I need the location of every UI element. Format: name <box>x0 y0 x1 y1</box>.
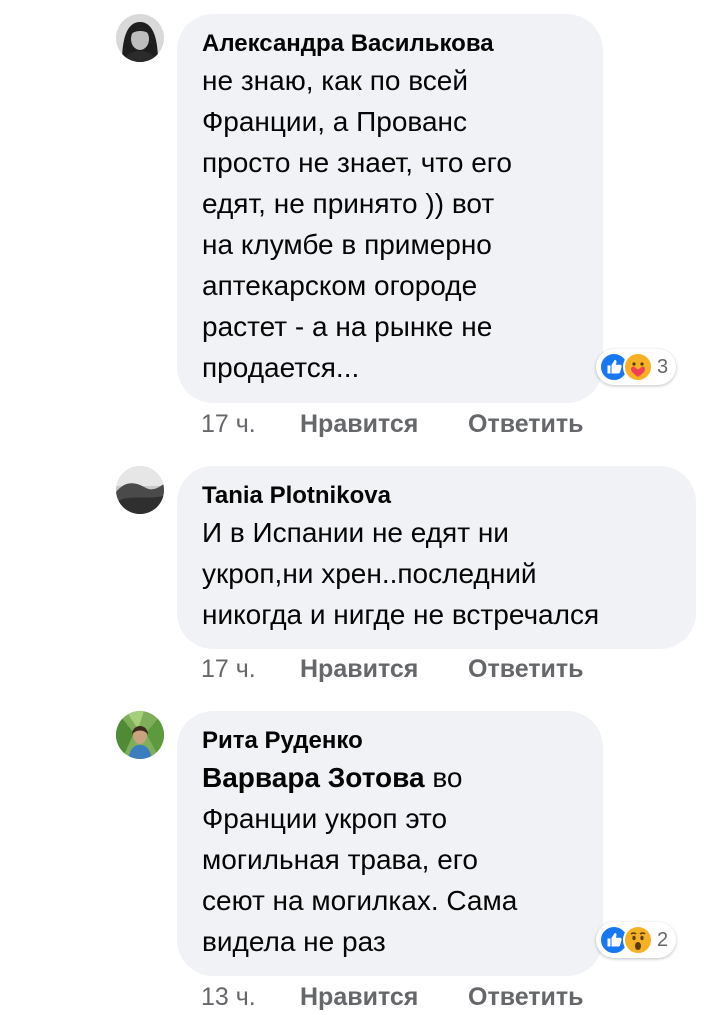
reaction-summary[interactable]: 3 <box>596 349 677 385</box>
comment-text: не знаю, как по всей Франции, а Прованс … <box>202 65 512 383</box>
comment-author[interactable]: Александра Василькова <box>202 28 577 60</box>
comment-actions: 17 ч. Нравится Ответить <box>201 651 584 687</box>
comment-bubble: Александра Василькова не знаю, как по вс… <box>177 14 603 403</box>
like-button[interactable]: Нравится <box>300 983 468 1012</box>
comment-bubble: Tania Plotnikova И в Испании не едят ни … <box>177 466 696 649</box>
comment-actions: 17 ч. Нравится Ответить <box>201 406 584 442</box>
reaction-count: 3 <box>657 355 669 378</box>
comment-timestamp[interactable]: 13 ч. <box>201 983 300 1012</box>
avatar[interactable] <box>116 466 164 514</box>
comment-timestamp[interactable]: 17 ч. <box>201 655 300 684</box>
reaction-summary[interactable]: 2 <box>596 922 677 958</box>
reaction-count: 2 <box>657 928 669 951</box>
mention-link[interactable]: Варвара Зотова <box>202 762 425 793</box>
comment: Александра Василькова не знаю, как по вс… <box>0 0 720 460</box>
like-button[interactable]: Нравится <box>300 410 468 439</box>
comment-author[interactable]: Рита Руденко <box>202 725 577 757</box>
comment-author[interactable]: Tania Plotnikova <box>202 480 670 512</box>
comment: Tania Plotnikova И в Испании не едят ни … <box>0 460 720 700</box>
like-button[interactable]: Нравится <box>300 655 468 684</box>
wow-icon <box>623 925 653 955</box>
avatar[interactable] <box>116 711 164 759</box>
comment: Рита Руденко Варвара Зотова во Франции у… <box>0 700 720 1012</box>
reply-button[interactable]: Ответить <box>468 655 584 684</box>
reply-button[interactable]: Ответить <box>468 410 584 439</box>
comment-timestamp[interactable]: 17 ч. <box>201 410 300 439</box>
care-icon <box>623 352 653 382</box>
reply-button[interactable]: Ответить <box>468 983 584 1012</box>
comment-actions: 13 ч. Нравится Ответить <box>201 979 584 1015</box>
avatar[interactable] <box>116 14 164 62</box>
comment-text: Варвара Зотова во Франции укроп это моги… <box>202 757 577 962</box>
comment-bubble: Рита Руденко Варвара Зотова во Франции у… <box>177 711 603 976</box>
comment-text: И в Испании не едят ни укроп,ни хрен..по… <box>202 517 600 630</box>
